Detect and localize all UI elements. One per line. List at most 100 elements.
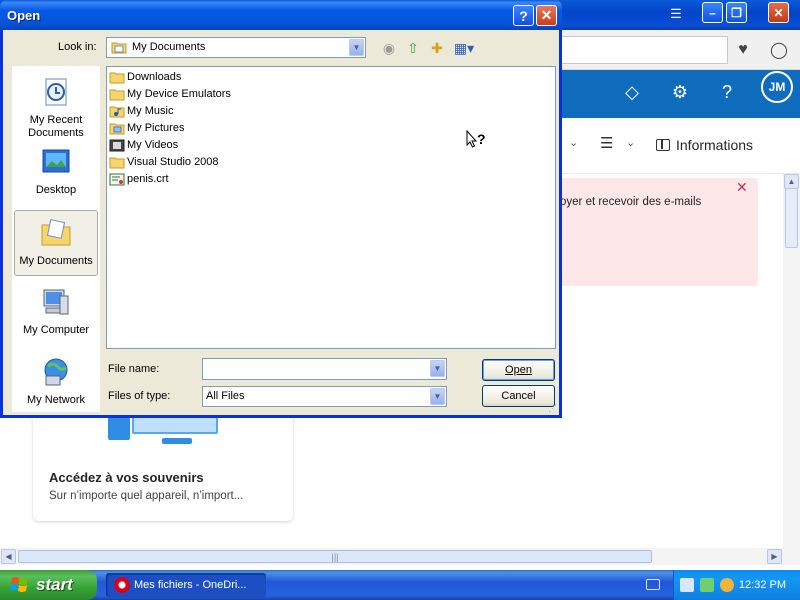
resize-grip-icon[interactable]: ⋰: [548, 403, 558, 413]
recent-documents-icon: [45, 78, 67, 106]
chevron-down-icon[interactable]: ⌄: [626, 136, 635, 149]
windows-flag-icon: [10, 577, 28, 592]
favorites-heart-icon[interactable]: ♥: [730, 37, 756, 63]
help-cursor-icon: ?: [466, 130, 486, 148]
place-my-network[interactable]: My Network: [14, 350, 98, 416]
place-desktop[interactable]: Desktop: [14, 140, 98, 206]
network-icon[interactable]: [680, 578, 694, 592]
maximize-button[interactable]: ❐: [726, 2, 747, 23]
music-folder-icon: [109, 106, 125, 117]
chevron-down-icon[interactable]: ▼: [349, 39, 364, 56]
new-folder-icon[interactable]: ✚: [427, 39, 447, 57]
close-icon[interactable]: ✕: [736, 179, 748, 196]
chevron-down-icon[interactable]: ⌄: [569, 136, 578, 149]
place-my-computer[interactable]: My Computer: [14, 280, 98, 346]
chevron-down-icon[interactable]: ▼: [430, 360, 445, 377]
list-item[interactable]: My Pictures: [109, 120, 184, 136]
list-item[interactable]: My Device Emulators: [109, 86, 231, 102]
my-documents-icon: [41, 219, 71, 246]
avatar[interactable]: JM: [761, 71, 793, 103]
files-of-type-value: All Files: [206, 390, 245, 402]
informations-label: Informations: [676, 137, 754, 153]
profile-icon[interactable]: ◯: [766, 37, 792, 63]
cancel-button[interactable]: Cancel: [482, 385, 555, 407]
banner-text: oyer et recevoir des e-mails: [560, 196, 702, 208]
place-label: My Documents: [19, 255, 93, 267]
files-of-type-label: Files of type:: [108, 390, 171, 402]
open-button[interactable]: Open: [482, 359, 555, 381]
open-dialog: Open ? ✕ Look in: My Documents ▼ ◉ ⇧ ✚ ▦…: [0, 0, 562, 418]
file-list[interactable]: Downloads My Device Emulators My Music M…: [106, 66, 556, 349]
my-documents-folder-icon: [111, 42, 127, 54]
certificate-file-icon: [109, 173, 125, 185]
list-item[interactable]: My Videos: [109, 137, 178, 153]
file-name: penis.crt: [127, 173, 169, 185]
card-subtitle: Sur n’importe quel appareil, n’import...: [49, 490, 244, 502]
view-menu-icon[interactable]: ☰: [600, 134, 613, 152]
scroll-left-arrow-icon[interactable]: ◀: [1, 549, 16, 564]
desktop-icon: [42, 149, 70, 173]
scroll-up-arrow-icon[interactable]: ▲: [784, 174, 799, 189]
help-icon[interactable]: ?: [715, 82, 739, 103]
opera-browser-icon: [114, 577, 130, 593]
help-button[interactable]: ?: [513, 5, 534, 26]
minimize-button[interactable]: –: [702, 2, 723, 23]
files-of-type-dropdown[interactable]: All Files ▼: [202, 386, 447, 407]
horizontal-scroll-thumb[interactable]: |||: [18, 550, 652, 563]
my-network-icon: [44, 358, 68, 386]
file-name-input[interactable]: ▼: [202, 358, 447, 380]
search-icon[interactable]: [720, 578, 734, 592]
list-item[interactable]: My Music: [109, 103, 173, 119]
taskbar-item-browser[interactable]: Mes fichiers - OneDri...: [106, 573, 266, 597]
dialog-title-bar[interactable]: Open ? ✕: [0, 0, 562, 30]
taskbar-item-label: Mes fichiers - OneDri...: [134, 579, 247, 591]
card-title: Accédez à vos souvenirs: [49, 470, 204, 485]
videos-folder-icon: [109, 139, 125, 151]
file-name: My Music: [127, 105, 174, 117]
chevron-down-icon[interactable]: ▼: [430, 388, 445, 405]
place-my-documents[interactable]: My Documents: [14, 210, 98, 276]
folder-icon: [109, 72, 125, 83]
views-menu-icon[interactable]: ▦▾: [452, 39, 476, 57]
look-in-label: Look in:: [58, 41, 97, 53]
file-name: Downloads: [127, 71, 182, 83]
start-button[interactable]: start: [0, 570, 97, 600]
list-item[interactable]: Visual Studio 2008: [109, 154, 219, 170]
place-my-recent-documents[interactable]: My Recent Documents: [14, 70, 98, 139]
place-label: Desktop: [35, 184, 77, 196]
minimize-tabs-icon[interactable]: ☰: [666, 6, 686, 24]
file-name: My Pictures: [127, 122, 185, 134]
up-folder-icon[interactable]: ⇧: [403, 39, 423, 57]
file-name: My Device Emulators: [127, 88, 231, 100]
back-icon[interactable]: ◉: [379, 39, 399, 57]
dialog-close-button[interactable]: ✕: [536, 5, 557, 26]
settings-gear-icon[interactable]: ⚙: [668, 82, 692, 103]
list-item[interactable]: Downloads: [109, 69, 181, 85]
my-computer-icon: [43, 289, 69, 315]
place-label: My Computer: [22, 324, 90, 336]
look-in-dropdown[interactable]: My Documents ▼: [106, 37, 366, 58]
folder-icon: [109, 157, 125, 168]
start-label: start: [36, 575, 73, 594]
file-name: My Videos: [127, 139, 179, 151]
keyboard-layout-icon[interactable]: [646, 579, 660, 590]
system-tray: 12:32 PM: [673, 570, 800, 600]
folder-icon: [109, 89, 125, 100]
list-item[interactable]: penis.crt: [109, 171, 169, 187]
horizontal-scrollbar[interactable]: ◀ ||| ▶: [0, 548, 800, 565]
premium-diamond-icon[interactable]: ◇: [620, 82, 644, 103]
scroll-right-arrow-icon[interactable]: ▶: [767, 549, 782, 564]
open-button-label: Open: [505, 364, 532, 376]
onedrive-promo-card[interactable]: Accédez à vos souvenirs Sur n’importe qu…: [33, 400, 293, 521]
clock: 12:32 PM: [738, 579, 786, 591]
informations-button[interactable]: Informations: [656, 134, 753, 156]
close-button[interactable]: ✕: [768, 2, 789, 23]
safely-remove-icon[interactable]: [700, 578, 714, 592]
dialog-title: Open: [7, 8, 41, 23]
address-bar[interactable]: [560, 36, 728, 64]
vertical-scroll-thumb[interactable]: [785, 188, 798, 248]
file-name: Visual Studio 2008: [127, 156, 219, 168]
places-bar: My Recent Documents Desktop My Documents: [12, 66, 100, 412]
taskbar: start Mes fichiers - OneDri... 12:32 PM: [0, 570, 800, 600]
vertical-scrollbar[interactable]: ▲: [783, 174, 800, 548]
